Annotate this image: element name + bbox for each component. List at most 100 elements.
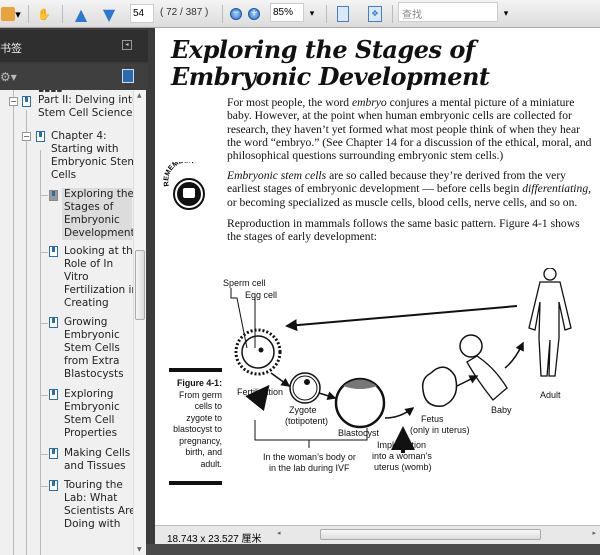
bookmark-icon <box>49 480 58 491</box>
bookmark-label: Touring the <box>64 479 123 491</box>
bookmark-label: Lab: What <box>64 492 118 504</box>
bookmark-label: Exploring the <box>64 188 133 200</box>
label-blastocyst: Blastocyst <box>338 428 380 438</box>
bookmark-item-properties[interactable]: Exploring Embryonic Stem Cell Properties <box>64 388 120 440</box>
file-menu-icon[interactable]: ▾ <box>0 4 22 24</box>
bookmark-label: Stages of <box>64 201 114 213</box>
fetus-drawing <box>421 366 458 407</box>
expand-bookmark-icon[interactable] <box>122 69 134 83</box>
collapse-panel-button[interactable]: ◂ <box>122 40 132 50</box>
label-fertilization: Fertilization <box>237 387 283 397</box>
bookmark-item-chapter-4[interactable]: Chapter 4: Starting with Embryonic Stem … <box>51 130 133 182</box>
search-input[interactable]: 查找 <box>398 2 498 22</box>
label-zygote: Zygote <box>289 405 317 415</box>
figure-4-1: Sperm cell Egg cell Fertilization Zygote… <box>223 268 572 473</box>
label-egg-cell: Egg cell <box>245 290 277 300</box>
section-title: Exploring the Stages of Embryonic Develo… <box>171 36 490 90</box>
bookmark-item-ivf[interactable]: Looking at the Role of In Vitro Fertiliz… <box>64 245 133 310</box>
emphasis: embryo <box>351 96 387 109</box>
bookmark-label: Exploring <box>64 388 114 400</box>
scrollbar-thumb[interactable] <box>135 250 145 320</box>
bookmarks-scrollbar[interactable]: ▲ ▼ <box>133 90 146 555</box>
bookmark-label: Doing with <box>64 518 121 530</box>
bookmark-item-part-ii[interactable]: Part II: Delving into Stem Cell Science <box>38 94 133 120</box>
bookmark-icon <box>49 190 58 201</box>
horizontal-scrollbar[interactable]: ◂ ▸ <box>273 528 600 542</box>
options-gear-icon[interactable]: ⚙▾ <box>0 70 17 84</box>
status-bar: 18.743 x 23.527 厘米 ◂ ▸ <box>155 525 600 545</box>
label-implantation-1: Implantation <box>377 440 426 450</box>
emphasis: Embryonic stem cells <box>227 169 327 182</box>
fit-width-icon[interactable] <box>334 4 352 24</box>
label-zygote-sub: (totipotent) <box>285 416 328 426</box>
scroll-up-arrow-icon[interactable]: ▲ <box>137 92 142 99</box>
bookmark-label: from Extra <box>64 355 120 367</box>
emphasis: differentiating, <box>522 182 592 196</box>
bookmark-icon <box>49 389 58 400</box>
label-sperm-cell: Sperm cell <box>223 278 266 288</box>
document-page: Exploring the Stages of Embryonic Develo… <box>155 28 600 525</box>
bookmark-icon <box>36 131 45 142</box>
scroll-right-arrow-icon[interactable]: ▸ <box>592 529 596 537</box>
paragraph-1: For most people, the word embryo conjure… <box>227 96 592 162</box>
label-fetus-sub: (only in uterus) <box>410 425 470 435</box>
bookmark-label: Looking at the <box>64 245 133 257</box>
adult-drawing <box>528 268 572 377</box>
bookmark-label: Properties <box>64 427 118 439</box>
egg-cell-drawing <box>234 328 282 376</box>
zoom-in-button[interactable]: + <box>246 4 262 24</box>
bookmark-label: Stem Cell <box>64 414 115 426</box>
bookmark-label: Embryonic <box>64 401 120 413</box>
bookmark-label: Embryonic <box>64 329 120 341</box>
text: or becoming specialized as muscle cells,… <box>227 195 578 209</box>
bookmark-label: Stem Cells <box>64 342 120 354</box>
label-ivf-2: in the lab during IVF <box>269 463 350 473</box>
bookmark-item-exploring-stages[interactable]: Exploring the Stages of Embryonic Develo… <box>62 188 133 240</box>
title-line: Embryonic Development <box>171 62 490 91</box>
collapse-toggle[interactable]: − <box>22 132 31 141</box>
bookmark-label: Cells <box>51 169 77 181</box>
scroll-down-arrow-icon[interactable]: ▼ <box>137 546 142 553</box>
bookmark-item-growing[interactable]: Growing Embryonic Stem Cells from Extra … <box>64 316 124 381</box>
hand-tool-icon[interactable]: ✋ <box>34 4 54 24</box>
cycle-arrow <box>285 305 518 332</box>
bookmarks-title: 书签 <box>0 42 22 55</box>
bookmark-label: and Tissues <box>64 460 126 472</box>
bookmark-label: Embryonic Stem <box>51 156 133 168</box>
bookmark-label: Chapter 4: <box>51 130 107 142</box>
next-page-button[interactable]: ▼ <box>98 4 120 24</box>
bookmark-item-touring-lab[interactable]: Touring the Lab: What Scientists Are Doi… <box>64 479 133 531</box>
text: For most people, the word <box>227 96 352 109</box>
collapse-toggle[interactable]: − <box>9 97 18 106</box>
label-implantation-2: into a woman’s <box>372 451 432 461</box>
bookmarks-panel: 书签 ◂ ⚙▾ ▪▪▪▪ − Part II: Delving into Ste… <box>0 28 155 555</box>
label-implantation-3: uterus (womb) <box>374 462 432 472</box>
title-line: Exploring the Stages of <box>171 35 475 64</box>
bookmark-label: Role of In <box>64 258 114 270</box>
bookmark-label: Stem Cell Science <box>38 107 133 119</box>
bookmark-label: Creating <box>64 297 109 309</box>
page-number-input[interactable]: 54 <box>130 4 154 23</box>
zygote-drawing <box>289 372 321 404</box>
bookmark-label: Making Cells <box>64 447 131 459</box>
bookmark-icon <box>22 96 31 107</box>
zoom-out-button[interactable]: − <box>228 4 244 24</box>
bookmark-label: Growing <box>64 316 108 328</box>
zoom-input[interactable]: 85% <box>270 3 304 22</box>
baby-drawing <box>459 334 508 401</box>
scrollbar-thumb[interactable] <box>320 529 541 540</box>
fit-page-icon[interactable]: ✥ <box>366 4 384 24</box>
bookmark-label: Scientists Are <box>64 505 133 517</box>
bookmark-item-making-cells[interactable]: Making Cells and Tissues <box>64 447 130 473</box>
toolbar: ▾ ✋ ▲ ▼ 54 ( 72 / 387 ) − + 85% ▾ ✥ 查找 ▾ <box>0 0 600 28</box>
previous-page-button[interactable]: ▲ <box>70 4 92 24</box>
blastocyst-drawing <box>334 377 386 429</box>
label-baby: Baby <box>491 405 512 415</box>
bookmark-label: Starting with <box>51 143 119 155</box>
bookmark-label: Part II: Delving into <box>38 94 133 106</box>
paragraph-3: Reproduction in mammals follows the same… <box>227 217 580 244</box>
scroll-left-arrow-icon[interactable]: ◂ <box>277 529 281 537</box>
zoom-dropdown-chevron-icon[interactable]: ▾ <box>306 4 318 24</box>
search-dropdown-chevron-icon[interactable]: ▾ <box>500 4 512 24</box>
bookmark-label: Fertilization in <box>64 284 133 296</box>
